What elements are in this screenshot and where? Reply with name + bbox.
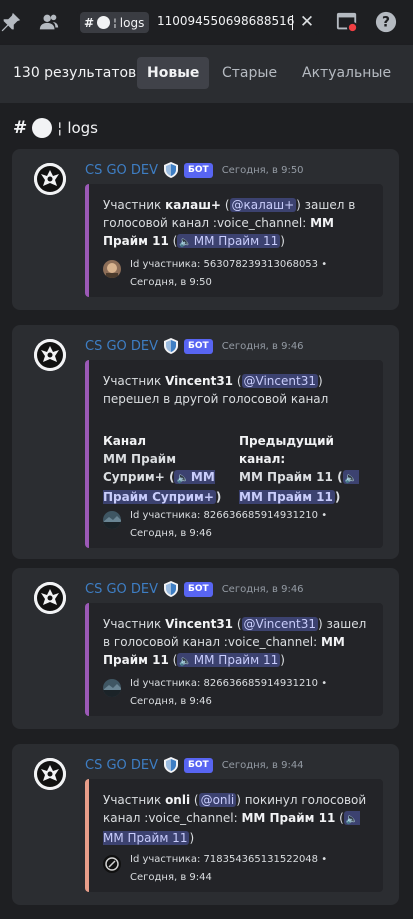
- help-icon[interactable]: ?: [375, 11, 397, 33]
- message-header: CS GO DEV БОТ Сегодня, в 9:46: [85, 336, 304, 356]
- search-result-message[interactable]: CS GO DEV БОТ Сегодня, в 9:46 Участник V…: [12, 325, 399, 559]
- embed: Участник Vincent31 (@Vincent31) перешел …: [85, 360, 383, 548]
- svg-text:?: ?: [382, 15, 390, 31]
- tab-relevant[interactable]: Актуальные: [292, 57, 401, 89]
- user-mention[interactable]: @Vincent31: [241, 374, 318, 388]
- author-name[interactable]: CS GO DEV: [85, 758, 158, 773]
- timestamp: Сегодня, в 9:46: [221, 583, 304, 595]
- message-header: CS GO DEV БОТ Сегодня, в 9:50: [85, 160, 304, 180]
- footer-text: Id участника: 826636685914931210 • Сегодн…: [130, 510, 328, 539]
- chip-hash: #: [84, 15, 95, 30]
- user-mention[interactable]: @Vincent31: [241, 617, 318, 631]
- footer-avatar: [103, 260, 121, 278]
- author-name[interactable]: CS GO DEV: [85, 163, 158, 178]
- search-input[interactable]: # ¦ logs 1100945506986885160 ✕: [77, 10, 319, 35]
- voice-channel-mention[interactable]: ММ Прайм 11: [177, 234, 281, 248]
- channel-name: logs: [67, 119, 98, 137]
- author-name[interactable]: CS GO DEV: [85, 582, 158, 597]
- embed-description: Участник Vincent31 (@Vincent31) перешел …: [103, 374, 329, 406]
- search-result-message[interactable]: CS GO DEV БОТ Сегодня, в 9:50 Участник к…: [12, 149, 399, 310]
- bot-badge: БОТ: [184, 338, 213, 354]
- search-query-text[interactable]: 1100945506986885160: [157, 14, 294, 28]
- members-icon[interactable]: [38, 11, 60, 33]
- embed-user-name: Vincent31: [165, 617, 234, 631]
- message-header: CS GO DEV БОТ Сегодня, в 9:44: [85, 755, 304, 775]
- results-header: 130 результатов Новые Старые Актуальные: [0, 45, 413, 103]
- user-mention[interactable]: @калаш+: [229, 198, 297, 212]
- avatar[interactable]: [34, 758, 66, 790]
- message-header: CS GO DEV БОТ Сегодня, в 9:46: [85, 579, 304, 599]
- user-mention[interactable]: @onli: [198, 793, 237, 807]
- footer-text: Id участника: 826636685914931210 • Сегодн…: [130, 678, 328, 707]
- inbox-icon[interactable]: [336, 11, 358, 33]
- voice-channel-mention[interactable]: ММ Прайм 11: [177, 653, 281, 667]
- shield-icon: [164, 757, 179, 773]
- bot-badge: БОТ: [184, 757, 213, 773]
- avatar[interactable]: [34, 339, 66, 371]
- embed-channel-name: ММ Прайм 11: [241, 811, 336, 825]
- embed: Участник onli (@onli) покинул голосовой …: [85, 779, 383, 892]
- embed-field-previous-channel: Предыдущий канал: ММ Прайм 11 (ММ Прайм …: [239, 432, 371, 506]
- bot-badge: БОТ: [184, 581, 213, 597]
- bot-badge: БОТ: [184, 162, 213, 178]
- author-name[interactable]: CS GO DEV: [85, 339, 158, 354]
- embed-description: Участник калаш+ (@калаш+) зашел в голосо…: [103, 196, 375, 252]
- separator-icon: ¦: [57, 119, 63, 137]
- results-list[interactable]: # ¦ logs CS GO DEV БОТ Сегодня, в 9:50 У…: [0, 103, 413, 919]
- footer-avatar: [103, 679, 121, 697]
- footer-text: Id участника: 563078239313068053 • Сегодн…: [130, 259, 328, 288]
- embed-user-name: Vincent31: [165, 374, 234, 388]
- text-caret: [292, 15, 293, 30]
- embed: Участник Vincent31 (@Vincent31) зашел в …: [85, 603, 383, 716]
- timestamp: Сегодня, в 9:44: [221, 759, 304, 771]
- shield-icon: [164, 162, 179, 178]
- search-header: # ¦ logs 1100945506986885160 ✕ ?: [0, 0, 413, 45]
- embed-description: Участник Vincent31 (@Vincent31) зашел в …: [103, 615, 375, 671]
- channel-emoji-icon: [32, 118, 53, 138]
- timestamp: Сегодня, в 9:50: [221, 164, 304, 176]
- clear-search-icon[interactable]: ✕: [299, 13, 315, 31]
- footer-text: Id участника: 718354365131522048 • Сегодн…: [130, 854, 328, 883]
- separator-icon: ¦: [113, 16, 117, 29]
- embed-user-name: onli: [165, 793, 191, 807]
- footer-avatar: [103, 855, 121, 873]
- avatar[interactable]: [34, 582, 66, 614]
- embed: Участник калаш+ (@калаш+) зашел в голосо…: [85, 184, 383, 297]
- embed-description: Участник onli (@onli) покинул голосовой …: [103, 791, 375, 847]
- avatar[interactable]: [34, 163, 66, 195]
- footer-avatar: [103, 511, 121, 529]
- search-result-message[interactable]: CS GO DEV БОТ Сегодня, в 9:46 Участник V…: [12, 568, 399, 729]
- embed-user-name: калаш+: [165, 198, 221, 212]
- channel-emoji-icon: [97, 16, 111, 29]
- pin-icon[interactable]: [0, 11, 22, 33]
- tab-newest[interactable]: Новые: [137, 57, 210, 89]
- embed-field-channel: Канал ММ Прайм Суприм+ (ММ Прайм Суприм+…: [103, 432, 235, 506]
- search-result-message[interactable]: CS GO DEV БОТ Сегодня, в 9:44 Участник o…: [12, 744, 399, 905]
- channel-header[interactable]: # ¦ logs: [13, 118, 98, 138]
- shield-icon: [164, 581, 179, 597]
- timestamp: Сегодня, в 9:46: [221, 340, 304, 352]
- chip-channel-name: logs: [119, 15, 145, 30]
- shield-icon: [164, 338, 179, 354]
- tab-oldest[interactable]: Старые: [212, 57, 287, 89]
- channel-hash: #: [13, 118, 28, 138]
- results-count: 130 результатов: [13, 65, 137, 81]
- channel-filter-chip[interactable]: # ¦ logs: [80, 12, 150, 33]
